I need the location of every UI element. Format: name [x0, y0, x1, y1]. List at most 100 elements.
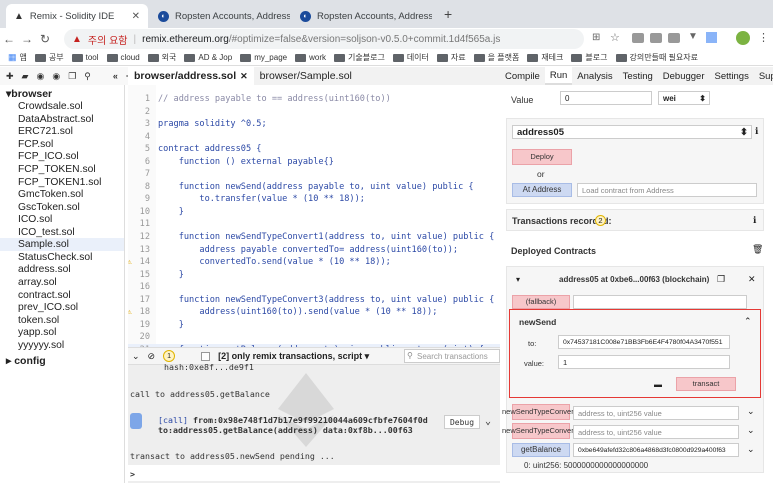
newsendtypeconvert1-input[interactable]: address to, uint256 value: [573, 406, 739, 420]
bookmark-folder[interactable]: 외국: [147, 52, 176, 63]
file-item[interactable]: FCP.sol: [0, 138, 124, 151]
bookmark-folder[interactable]: 블로그: [571, 52, 608, 63]
config-folder[interactable]: ▸ config: [0, 351, 124, 367]
file-item[interactable]: ICO.sol: [0, 213, 124, 226]
file-item[interactable]: Sample.sol: [0, 238, 124, 251]
browser-tab-ropsten-2[interactable]: ◐ Ropsten Accounts, Address Ar ✕: [292, 4, 432, 28]
bookmark-folder[interactable]: tool: [71, 53, 99, 62]
new-file-icon[interactable]: ✚: [6, 71, 14, 82]
at-address-input[interactable]: Load contract from Address: [577, 183, 757, 197]
bookmark-folder[interactable]: 강의만들때 필요자료: [615, 52, 698, 63]
bookmark-folder[interactable]: 을 플랫폼: [473, 52, 519, 63]
file-item[interactable]: FCP_TOKEN1.sol: [0, 175, 124, 188]
tab-compile[interactable]: Compile: [500, 67, 545, 85]
reload-icon[interactable]: ↻: [36, 32, 54, 46]
vpn-icon[interactable]: ▼: [688, 31, 698, 42]
info-icon[interactable]: ℹ: [753, 215, 756, 226]
listen-checkbox[interactable]: [201, 351, 211, 361]
transact-button[interactable]: transact: [676, 377, 736, 391]
trash-icon[interactable]: 🗑: [752, 244, 763, 255]
browser-folder[interactable]: ▾browser: [0, 85, 124, 100]
search-transactions-input[interactable]: ⚲ Search transactions: [404, 349, 500, 363]
close-icon[interactable]: ✕: [748, 274, 756, 285]
file-item[interactable]: FCP_ICO.sol: [0, 150, 124, 163]
file-item[interactable]: address.sol: [0, 263, 124, 276]
extension-icon[interactable]: [632, 33, 644, 43]
file-item[interactable]: Crowdsale.sol: [0, 100, 124, 113]
forward-arrow-icon[interactable]: →: [18, 32, 36, 46]
debug-button[interactable]: Debug: [444, 415, 480, 429]
close-icon[interactable]: ✕: [240, 71, 248, 82]
file-item[interactable]: StatusCheck.sol: [0, 251, 124, 264]
tab-settings[interactable]: Settings: [710, 67, 754, 85]
tab-run[interactable]: Run: [544, 67, 573, 85]
translate-icon[interactable]: ⊞: [592, 32, 600, 43]
editor-tab-address[interactable]: browser/address.sol ✕: [128, 67, 254, 85]
bookmark-folder[interactable]: 기술블로그: [334, 52, 385, 63]
transactions-recorded-bar[interactable]: Transactions recorded: 2 ℹ: [506, 209, 764, 231]
file-item[interactable]: FCP_TOKEN.sol: [0, 163, 124, 176]
value-input[interactable]: 0: [560, 91, 652, 105]
code-editor[interactable]: 1 // address payable to == address(uint16…: [128, 85, 500, 347]
collapse-terminal-icon[interactable]: ⌄: [132, 351, 140, 362]
bookmark-apps[interactable]: ▦ 앱: [8, 52, 27, 63]
newsendtypeconvert3-input[interactable]: address to, uint256 value: [573, 425, 739, 439]
file-item[interactable]: token.sol: [0, 313, 124, 326]
url-bar[interactable]: ▲ 주의 요함 | remix.ethereum.org/#optimize=f…: [64, 29, 584, 49]
tab-analysis[interactable]: Analysis: [572, 67, 617, 85]
file-item[interactable]: GmcToken.sol: [0, 188, 124, 201]
bookmark-folder[interactable]: AD & Jop: [184, 53, 232, 62]
warning-icon[interactable]: ⚠: [128, 306, 132, 319]
bookmark-folder[interactable]: my_page: [240, 53, 287, 62]
collapse-panel-icon[interactable]: «: [113, 71, 118, 81]
editor-tab-sample[interactable]: browser/Sample.sol: [254, 67, 358, 85]
getbalance-input[interactable]: 0xbe649afefd32c806a4868d3fc0800d929a400f…: [573, 443, 739, 457]
new-tab-button[interactable]: +: [444, 6, 452, 22]
close-icon[interactable]: ✕: [132, 11, 140, 22]
info-icon[interactable]: ℹ: [755, 126, 758, 137]
browser-tab-remix[interactable]: ▲ Remix - Solidity IDE ✕: [6, 4, 148, 28]
chevron-up-icon[interactable]: ⌃: [744, 316, 752, 327]
open-folder-icon[interactable]: ▰: [22, 71, 29, 82]
fallback-button[interactable]: (fallback): [512, 295, 570, 309]
avatar[interactable]: [736, 31, 750, 45]
file-item[interactable]: array.sol: [0, 276, 124, 289]
file-item[interactable]: ICO_test.sol: [0, 225, 124, 238]
getbalance-button[interactable]: getBalance: [512, 443, 570, 457]
link-icon[interactable]: ⚲: [84, 71, 91, 82]
at-address-button[interactable]: At Address: [512, 183, 572, 197]
copy-icon[interactable]: ❐: [68, 71, 76, 82]
deploy-button[interactable]: Deploy: [512, 149, 572, 165]
bookmark-folder[interactable]: 공부: [34, 52, 64, 63]
chevron-down-icon[interactable]: ⌄: [747, 444, 755, 455]
console-prompt[interactable]: >: [130, 469, 135, 479]
chevron-down-icon[interactable]: ⌄: [747, 425, 755, 436]
newsendtypeconvert3-button[interactable]: newSendTypeConvert3: [502, 423, 580, 439]
extension-icon[interactable]: [668, 33, 680, 43]
bookmark-folder[interactable]: 재테크: [527, 52, 563, 63]
file-item[interactable]: ERC721.sol: [0, 125, 124, 138]
file-item[interactable]: yyyyyy.sol: [0, 338, 124, 351]
file-item[interactable]: GscToken.sol: [0, 200, 124, 213]
contract-select[interactable]: address05 ⬍: [512, 125, 752, 139]
back-arrow-icon[interactable]: ←: [0, 32, 18, 46]
clear-console-icon[interactable]: ⊘: [148, 351, 156, 362]
tab-testing[interactable]: Testing: [618, 67, 658, 85]
star-icon[interactable]: ☆: [610, 31, 620, 44]
chevron-down-icon[interactable]: ⌄: [747, 406, 755, 417]
unit-select[interactable]: wei ⬍: [658, 91, 710, 105]
fallback-input[interactable]: [573, 295, 747, 309]
copy-icon[interactable]: ❐: [717, 274, 725, 285]
caret-down-icon[interactable]: ▾: [516, 275, 520, 284]
clipboard-icon[interactable]: ▬: [654, 380, 662, 389]
value-param-input[interactable]: 1: [558, 355, 730, 369]
bookmark-folder[interactable]: 자료: [436, 52, 466, 63]
file-item[interactable]: contract.sol: [0, 288, 124, 301]
file-item[interactable]: yapp.sol: [0, 326, 124, 339]
tab-support[interactable]: Support: [754, 67, 773, 85]
bookmark-folder[interactable]: cloud: [106, 53, 140, 62]
terminal-filter-select[interactable]: [2] only remix transactions, script ▾: [218, 351, 369, 362]
menu-kebab-icon[interactable]: ⋮: [758, 31, 769, 44]
browser-tab-ropsten-1[interactable]: ◐ Ropsten Accounts, Address Ar ✕: [150, 4, 290, 28]
github-icon[interactable]: ◉: [36, 71, 44, 82]
